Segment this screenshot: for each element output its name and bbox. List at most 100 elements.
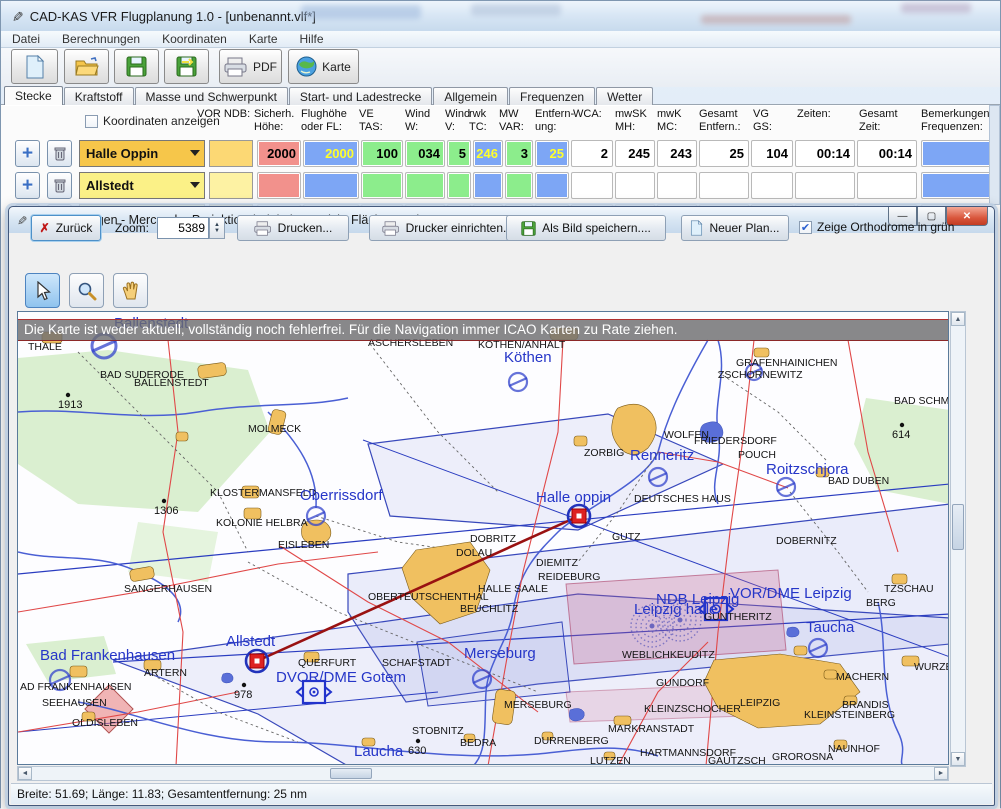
checkbox-box[interactable] [85, 115, 98, 128]
route-cell[interactable]: 246 [473, 140, 503, 167]
menu-item-hilfe[interactable]: Hilfe [289, 31, 335, 47]
column-header: Entfern- ung: [535, 108, 574, 134]
vor-ndb-field[interactable] [209, 140, 253, 167]
route-cell[interactable] [921, 140, 993, 167]
map-nav-label: Leipzig halle [634, 601, 717, 618]
map-town-label: AD FRANKENHAUSEN [20, 681, 131, 693]
zoom-input[interactable]: 5389 [157, 217, 209, 239]
tab-kraftstoff[interactable]: Kraftstoff [64, 87, 134, 105]
orthodrome-checkbox[interactable]: ✔ Zeige Orthodrome in grün [799, 220, 954, 234]
map-town-label: DEUTSCHES HAUS [634, 493, 731, 505]
zoom-spinner[interactable]: ▲▼ [209, 217, 225, 239]
route-cell[interactable]: 100 [361, 140, 403, 167]
route-cell[interactable]: 25 [535, 140, 569, 167]
route-cell[interactable]: 104 [751, 140, 793, 167]
tab-stecke[interactable]: Stecke [4, 86, 63, 105]
route-cell[interactable] [447, 172, 471, 199]
zoom-tool-button[interactable] [69, 273, 104, 308]
vscroll-thumb[interactable] [952, 504, 964, 550]
titlebar[interactable]: ✎ CAD-KAS VFR Flugplanung 1.0 - [unbenan… [1, 1, 1000, 31]
hscroll-thumb[interactable] [330, 768, 372, 779]
waypoint-dropdown[interactable]: Halle Oppin [79, 140, 205, 167]
map-town-label: ZORBIG [584, 447, 624, 459]
pan-tool-button[interactable] [113, 273, 148, 308]
route-cell[interactable]: 245 [615, 140, 655, 167]
vor-ndb-field[interactable] [209, 172, 253, 199]
map-town-label: MACHERN [836, 671, 889, 683]
route-cell[interactable] [921, 172, 993, 199]
route-cell[interactable]: 034 [405, 140, 445, 167]
route-cell[interactable] [571, 172, 613, 199]
menu-item-karte[interactable]: Karte [238, 31, 289, 47]
route-cell[interactable] [751, 172, 793, 199]
route-cell[interactable] [795, 172, 855, 199]
printer-setup-button[interactable]: Drucker einrichten.... [369, 215, 529, 241]
route-cell[interactable] [535, 172, 569, 199]
column-header: Flughöhe oder FL: [301, 108, 347, 134]
map-viewport[interactable]: Die Karte ist weder aktuell, vollständig… [17, 311, 949, 765]
route-cell[interactable] [473, 172, 503, 199]
map-window: ✎ Karte anzeigen - Mercandor Projektion … [8, 206, 995, 806]
route-cell[interactable] [699, 172, 749, 199]
map-vertical-scrollbar[interactable]: ▲ ▼ [950, 311, 966, 767]
save-as-button[interactable] [164, 49, 209, 84]
route-cell[interactable]: 2 [571, 140, 613, 167]
select-tool-button[interactable] [25, 273, 60, 308]
route-cell[interactable]: 25 [699, 140, 749, 167]
add-waypoint-button[interactable]: + [15, 172, 40, 199]
new-file-button[interactable] [11, 49, 58, 84]
delete-waypoint-button[interactable] [47, 172, 72, 199]
route-cell[interactable]: 2000 [257, 140, 301, 167]
scroll-down-arrow[interactable]: ▼ [951, 752, 965, 766]
back-button[interactable]: ✗ Zurück [31, 215, 101, 241]
menu-item-berechnungen[interactable]: Berechnungen [51, 31, 151, 47]
route-cell[interactable] [615, 172, 655, 199]
map-town-label: EISLEBEN [278, 539, 329, 551]
route-cell[interactable] [405, 172, 445, 199]
save-button[interactable] [114, 49, 159, 84]
save-image-button[interactable]: Als Bild speichern.... [506, 215, 666, 241]
new-plan-button[interactable]: Neuer Plan... [681, 215, 789, 241]
scroll-left-arrow[interactable]: ◄ [18, 767, 32, 780]
tab-allgemein[interactable]: Allgemein [433, 87, 508, 105]
map-canvas[interactable]: THALEBAD SUDERODEBALLENSTEDTASCHERSLEBEN… [18, 312, 949, 765]
route-cell[interactable] [257, 172, 301, 199]
route-cell[interactable]: 3 [505, 140, 533, 167]
checkbox-box[interactable]: ✔ [799, 221, 812, 234]
karte-button[interactable]: Karte [288, 49, 359, 84]
route-cell[interactable] [657, 172, 697, 199]
tab-frequenzen[interactable]: Frequenzen [509, 87, 595, 105]
map-town-label: FRIEDERSDORF [694, 435, 777, 447]
map-town-label: REIDEBURG [538, 571, 600, 583]
route-cell[interactable] [505, 172, 533, 199]
pdf-button-label: PDF [253, 60, 277, 74]
route-cell[interactable]: 243 [657, 140, 697, 167]
route-cell[interactable]: 2000 [303, 140, 359, 167]
pdf-export-button[interactable]: PDF [219, 49, 282, 84]
scroll-right-arrow[interactable]: ► [934, 767, 948, 780]
route-cell[interactable] [361, 172, 403, 199]
elevation-label: 1306 [154, 505, 178, 517]
scroll-up-arrow[interactable]: ▲ [951, 312, 965, 326]
route-cell[interactable]: 00:14 [795, 140, 855, 167]
delete-waypoint-button[interactable] [47, 140, 72, 167]
print-button[interactable]: Drucken... [237, 215, 349, 241]
elevation-dot [416, 739, 420, 743]
tab-start-und-ladestrecke[interactable]: Start- und Ladestrecke [289, 87, 432, 105]
map-horizontal-scrollbar[interactable]: ◄ ► [17, 766, 949, 781]
tab-wetter[interactable]: Wetter [596, 87, 653, 105]
waypoint-dropdown[interactable]: Allstedt [79, 172, 205, 199]
route-cell[interactable]: 00:14 [857, 140, 917, 167]
add-waypoint-button[interactable]: + [15, 140, 40, 167]
route-cell[interactable] [303, 172, 359, 199]
map-nav-label: Laucha [354, 743, 404, 760]
menu-item-datei[interactable]: Datei [1, 31, 51, 47]
column-header: VOR NDB: [197, 108, 250, 121]
route-cell[interactable]: 5 [447, 140, 471, 167]
main-window-scrollbar[interactable] [989, 105, 1000, 205]
back-x-icon: ✗ [40, 221, 50, 235]
open-file-button[interactable] [64, 49, 109, 84]
menu-item-koordinaten[interactable]: Koordinaten [151, 31, 238, 47]
route-cell[interactable] [857, 172, 917, 199]
tab-masse-und-schwerpunkt[interactable]: Masse und Schwerpunkt [135, 87, 288, 105]
